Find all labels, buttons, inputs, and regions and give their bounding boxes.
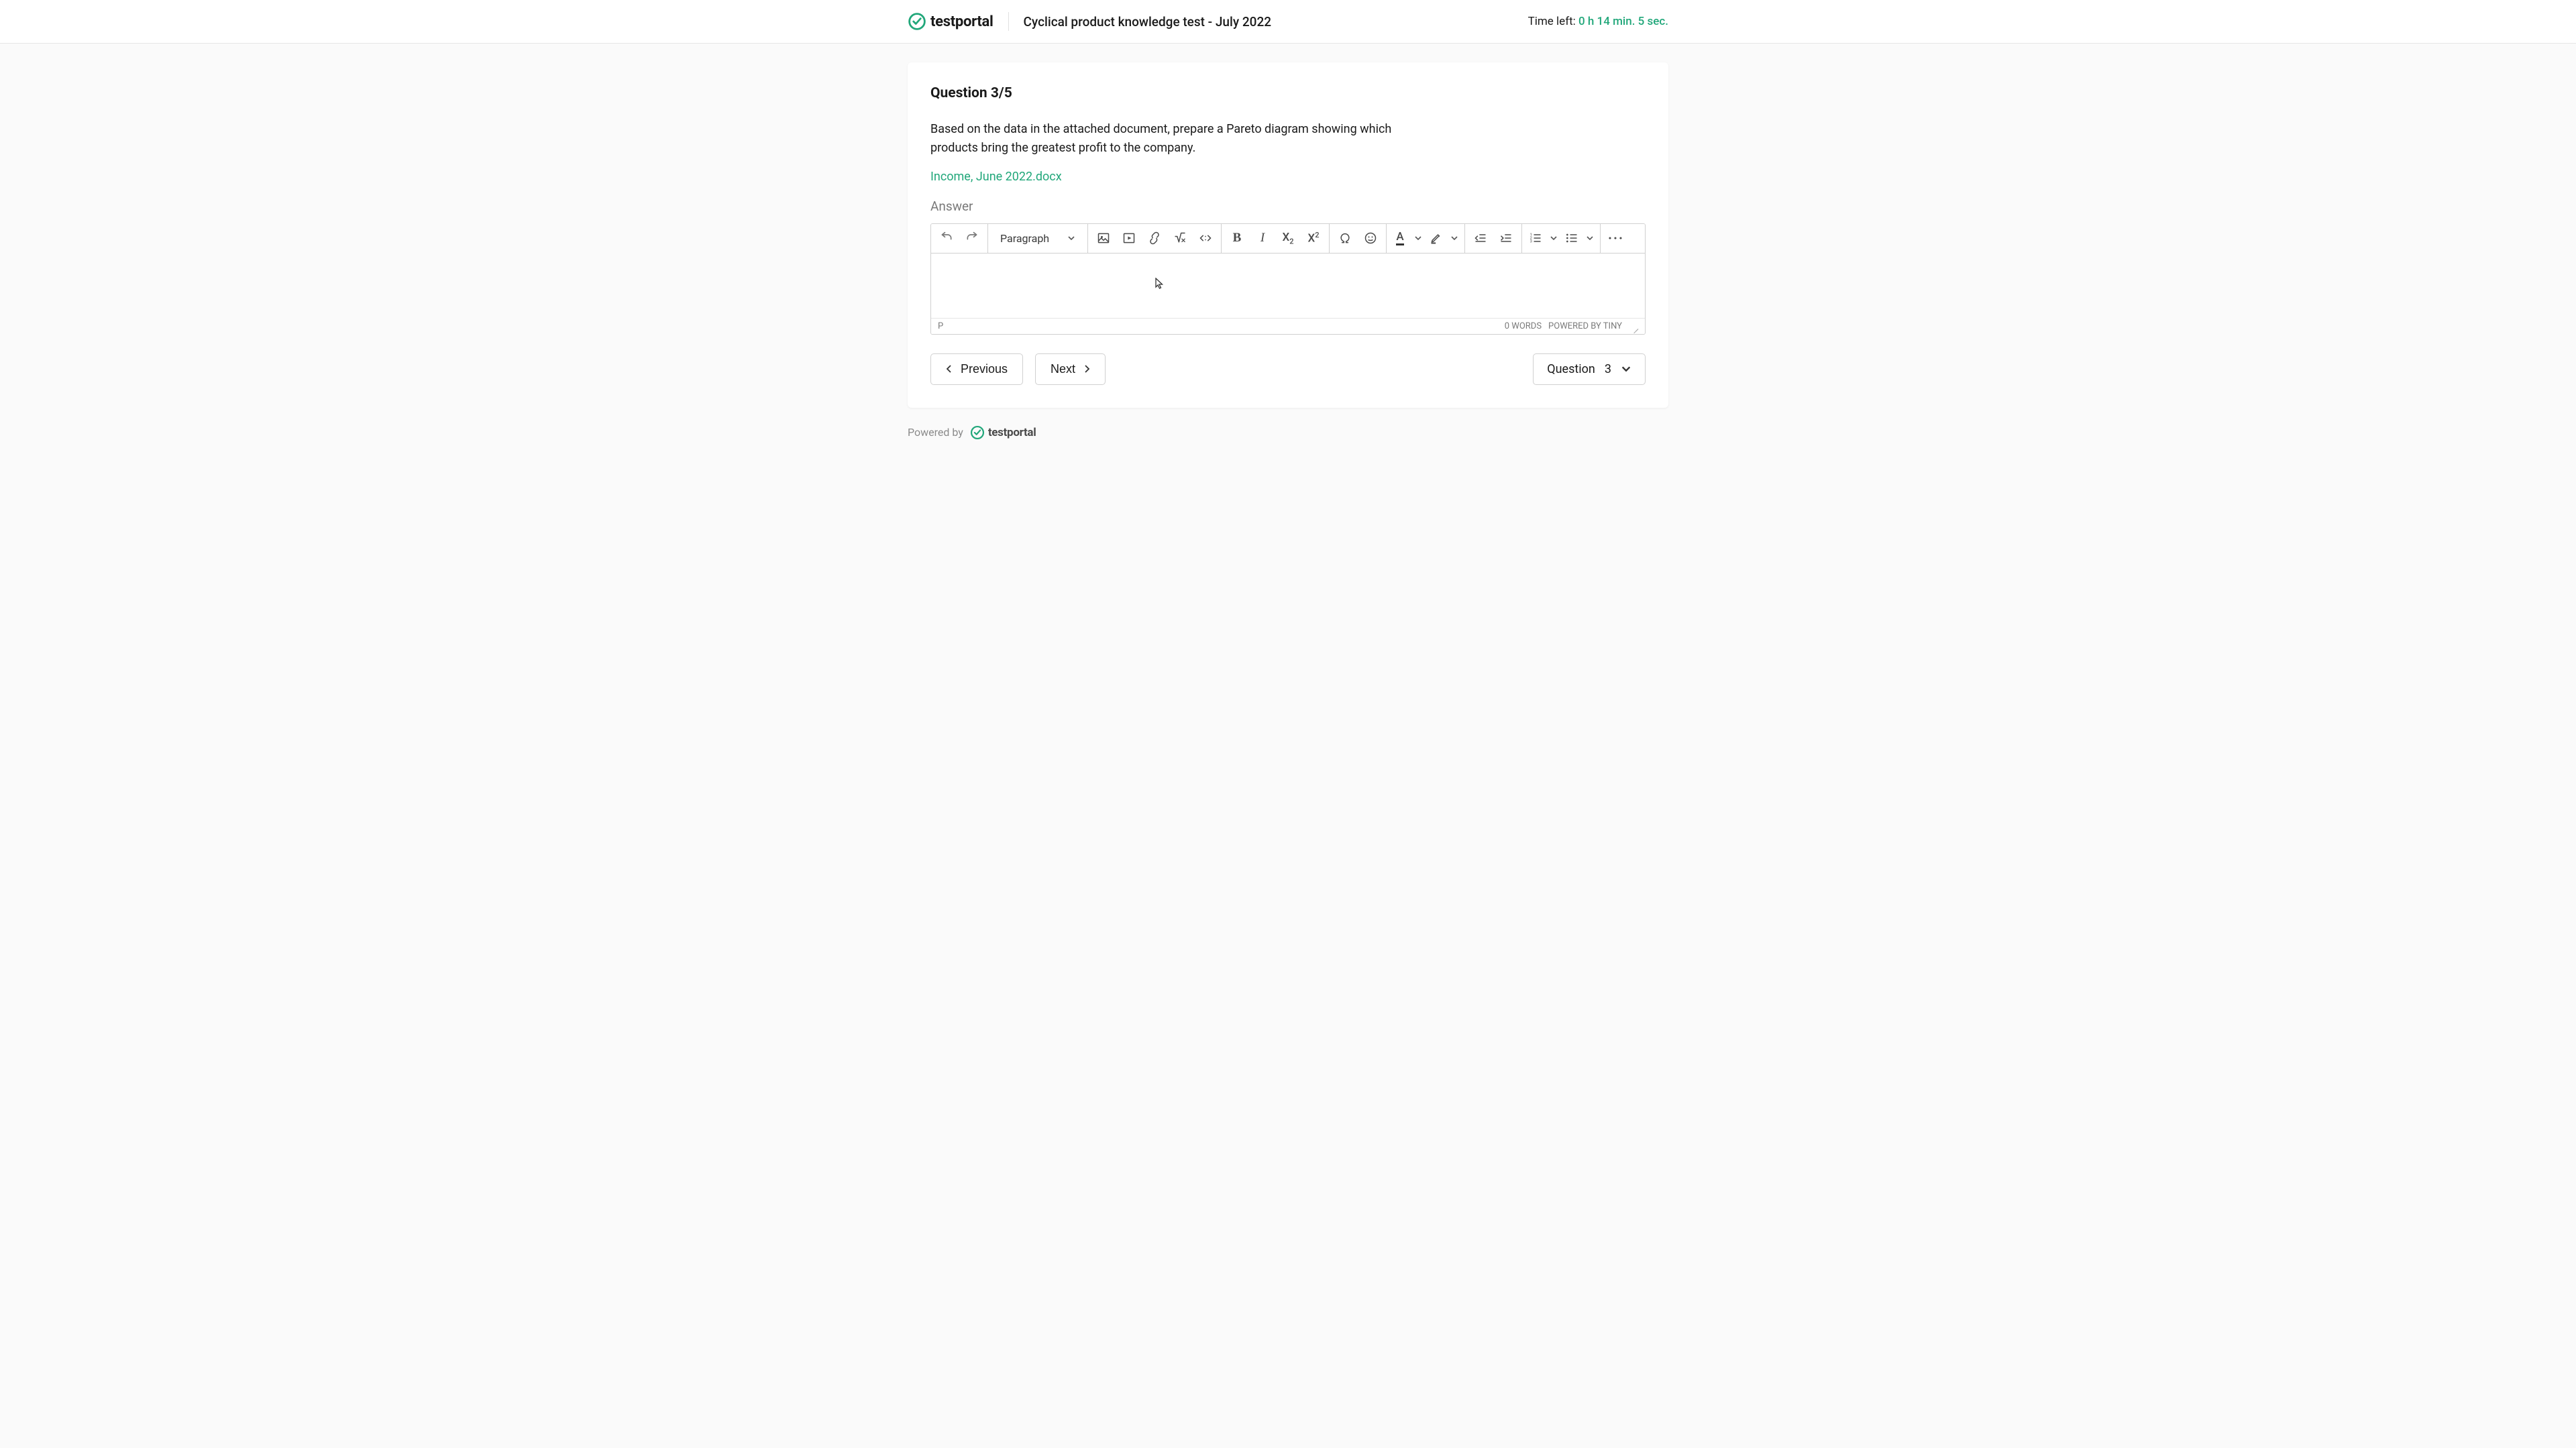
ordered-list-button[interactable]: 123 xyxy=(1525,225,1546,251)
timer-label: Time left: xyxy=(1528,15,1578,28)
question-navigation: Previous Next Question 3 xyxy=(930,353,1646,385)
editor-content-area[interactable] xyxy=(931,254,1645,318)
subscript-icon: X2 xyxy=(1283,231,1294,245)
chevron-left-icon xyxy=(946,364,953,374)
question-card: Question 3/5 Based on the data in the at… xyxy=(908,62,1668,408)
emoji-button[interactable] xyxy=(1358,225,1383,251)
redo-button[interactable] xyxy=(959,225,985,251)
subscript-button[interactable]: X2 xyxy=(1275,225,1301,251)
insert-equation-button[interactable] xyxy=(1167,225,1193,251)
logo-checkmark-icon xyxy=(908,12,926,31)
unordered-list-icon xyxy=(1565,231,1578,245)
paragraph-style-select[interactable]: Paragraph xyxy=(991,232,1085,245)
highlight-icon xyxy=(1430,231,1443,245)
superscript-button[interactable]: X2 xyxy=(1301,225,1326,251)
question-selector[interactable]: Question 3 xyxy=(1533,353,1646,385)
svg-text:3: 3 xyxy=(1530,240,1532,244)
attachment-link[interactable]: Income, June 2022.docx xyxy=(930,170,1062,184)
footer-brand-logo: testportal xyxy=(970,425,1036,440)
omega-icon xyxy=(1338,231,1352,245)
code-icon xyxy=(1199,231,1212,245)
footer: Powered by testportal xyxy=(908,420,1668,445)
editor-status-bar: P 0 WORDS POWERED BY TINY xyxy=(931,318,1645,334)
timer-value: 0 h 14 min. 5 sec. xyxy=(1578,15,1668,28)
emoji-icon xyxy=(1364,231,1377,245)
header-divider xyxy=(1008,12,1009,31)
chevron-down-icon xyxy=(1586,234,1594,242)
italic-icon: I xyxy=(1260,231,1265,245)
equation-icon xyxy=(1173,231,1187,245)
brand-logo: testportal xyxy=(908,12,994,31)
timer: Time left: 0 h 14 min. 5 sec. xyxy=(1528,15,1668,28)
ellipsis-icon: ··· xyxy=(1608,230,1624,246)
test-title: Cyclical product knowledge test - July 2… xyxy=(1024,14,1272,30)
unordered-list-button[interactable] xyxy=(1561,225,1582,251)
question-prompt: Based on the data in the attached docume… xyxy=(930,120,1400,158)
bold-button[interactable]: B xyxy=(1224,225,1250,251)
insert-link-button[interactable] xyxy=(1142,225,1167,251)
superscript-icon: X2 xyxy=(1308,231,1320,245)
brand-name: testportal xyxy=(930,13,994,30)
bold-icon: B xyxy=(1233,231,1242,245)
unordered-list-dropdown[interactable] xyxy=(1582,234,1597,242)
answer-label: Answer xyxy=(930,199,1646,214)
video-icon xyxy=(1122,231,1136,245)
resize-handle[interactable] xyxy=(1629,321,1638,331)
header: testportal Cyclical product knowledge te… xyxy=(0,0,2576,44)
chevron-down-icon xyxy=(1414,234,1422,242)
indent-icon xyxy=(1499,231,1513,245)
question-number: Question 3/5 xyxy=(930,85,1646,101)
logo-checkmark-icon xyxy=(970,425,985,440)
highlight-dropdown[interactable] xyxy=(1447,234,1462,242)
chevron-right-icon xyxy=(1083,364,1090,374)
editor-toolbar: Paragraph xyxy=(931,224,1645,254)
more-options-button[interactable]: ··· xyxy=(1603,225,1629,251)
undo-button[interactable] xyxy=(934,225,959,251)
outdent-button[interactable] xyxy=(1468,225,1493,251)
chevron-down-icon xyxy=(1450,234,1458,242)
paragraph-style-label: Paragraph xyxy=(1000,232,1049,245)
highlight-button[interactable] xyxy=(1426,225,1447,251)
next-button[interactable]: Next xyxy=(1035,353,1106,385)
mouse-cursor-icon xyxy=(1155,278,1165,290)
redo-icon xyxy=(965,231,979,245)
insert-code-button[interactable] xyxy=(1193,225,1218,251)
question-selector-label: Question xyxy=(1547,362,1595,376)
chevron-down-icon xyxy=(1550,234,1558,242)
word-count: 0 WORDS xyxy=(1505,321,1542,331)
ordered-list-icon: 123 xyxy=(1529,231,1542,245)
undo-icon xyxy=(940,231,953,245)
chevron-down-icon xyxy=(1067,234,1075,242)
indent-button[interactable] xyxy=(1493,225,1519,251)
question-selector-number: 3 xyxy=(1605,362,1611,376)
footer-powered-label: Powered by xyxy=(908,426,963,439)
chevron-down-icon xyxy=(1621,364,1631,374)
outdent-icon xyxy=(1474,231,1487,245)
next-label: Next xyxy=(1051,362,1075,376)
text-color-button[interactable]: A xyxy=(1389,225,1411,251)
tiny-branding: POWERED BY TINY xyxy=(1548,321,1622,331)
previous-button[interactable]: Previous xyxy=(930,353,1023,385)
insert-image-button[interactable] xyxy=(1091,225,1116,251)
insert-video-button[interactable] xyxy=(1116,225,1142,251)
previous-label: Previous xyxy=(961,362,1008,376)
special-char-button[interactable] xyxy=(1332,225,1358,251)
rich-text-editor: Paragraph xyxy=(930,223,1646,335)
text-color-icon: A xyxy=(1396,231,1403,245)
link-icon xyxy=(1148,231,1161,245)
italic-button[interactable]: I xyxy=(1250,225,1275,251)
ordered-list-dropdown[interactable] xyxy=(1546,234,1561,242)
text-color-dropdown[interactable] xyxy=(1411,234,1426,242)
image-icon xyxy=(1097,231,1110,245)
element-path[interactable]: P xyxy=(938,321,943,331)
footer-brand-name: testportal xyxy=(988,426,1036,439)
